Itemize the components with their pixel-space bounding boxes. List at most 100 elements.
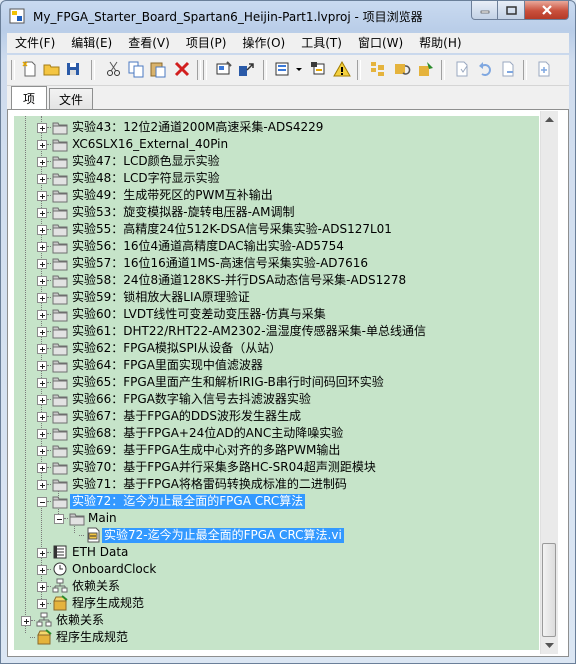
tree-item-label[interactable]: 实验58：24位8通道128KS-并行DSA动态信号采集-ADS1278 bbox=[70, 273, 408, 288]
cut-icon[interactable] bbox=[105, 60, 123, 78]
tree-item-label[interactable]: 实验71：基于FPGA将格雷码转换成标准的二进制码 bbox=[70, 477, 349, 492]
tree-row[interactable]: 实验59：锁相放大器LIA原理验证 bbox=[14, 289, 539, 306]
add-item-icon[interactable] bbox=[535, 60, 553, 78]
tree-item-label[interactable]: 依赖关系 bbox=[54, 613, 106, 628]
vertical-scrollbar[interactable] bbox=[540, 111, 558, 654]
expand-icon[interactable] bbox=[37, 208, 47, 218]
tab-items[interactable]: 项 bbox=[11, 86, 47, 110]
expand-icon[interactable] bbox=[37, 548, 47, 558]
tree-row[interactable]: 实验58：24位8通道128KS-并行DSA动态信号采集-ADS1278 bbox=[14, 272, 539, 289]
menu-help[interactable]: 帮助(H) bbox=[411, 33, 469, 53]
tree-item-label[interactable]: 实验65：FPGA里面产生和解析IRIG-B串行时间码回环实验 bbox=[70, 375, 386, 390]
tree-row[interactable]: 实验56：16位4通道高精度DAC输出实验-AD5754 bbox=[14, 238, 539, 255]
paste-icon[interactable] bbox=[149, 60, 167, 78]
expand-icon[interactable] bbox=[37, 599, 47, 609]
tree-item-label[interactable]: 实验70：基于FPGA并行采集多路HC-SR04超声测距模块 bbox=[70, 460, 378, 475]
tree-item-label[interactable]: 实验72-迄今为止最全面的FPGA CRC算法.vi bbox=[102, 528, 344, 543]
expand-icon[interactable] bbox=[37, 225, 47, 235]
tree-row[interactable]: 实验69：基于FPGA生成中心对齐的多路PWM输出 bbox=[14, 442, 539, 459]
tree-item-label[interactable]: 实验55：高精度24位512K-DSA信号采集实验-ADS127L01 bbox=[70, 222, 394, 237]
scroll-down-button[interactable] bbox=[541, 637, 558, 654]
build-icon[interactable] bbox=[215, 60, 233, 78]
redo-icon[interactable] bbox=[499, 60, 517, 78]
menu-edit[interactable]: 编辑(E) bbox=[63, 33, 120, 53]
expand-icon[interactable] bbox=[21, 616, 31, 626]
tree-row[interactable]: ETH Data bbox=[14, 544, 539, 561]
menu-project[interactable]: 项目(P) bbox=[178, 33, 235, 53]
expand-icon[interactable] bbox=[37, 140, 47, 150]
tree-item-label[interactable]: 程序生成规范 bbox=[54, 630, 130, 645]
tree-row[interactable]: 实验47：LCD颜色显示实验 bbox=[14, 153, 539, 170]
tree-item-label[interactable]: 实验53：旋变模拟器-旋转电压器-AM调制 bbox=[70, 205, 297, 220]
tree-item-label[interactable]: 实验49：生成带死区的PWM互补输出 bbox=[70, 188, 275, 203]
project-tree[interactable]: 实验43：12位2通道200M高速采集-ADS4229 XC6SLX16_Exte… bbox=[14, 116, 539, 650]
tree-item-label[interactable]: OnboardClock bbox=[70, 562, 158, 577]
tree-row[interactable]: 实验61：DHT22/RHT22-AM2302-温湿度传感器采集-单总线通信 bbox=[14, 323, 539, 340]
tab-files[interactable]: 文件 bbox=[49, 88, 93, 110]
undo-icon[interactable] bbox=[477, 60, 495, 78]
tree-item-label[interactable]: XC6SLX16_External_40Pin bbox=[70, 137, 230, 152]
menu-window[interactable]: 窗口(W) bbox=[350, 33, 411, 53]
maximize-button[interactable] bbox=[498, 1, 525, 20]
tree-item-label[interactable]: 依赖关系 bbox=[70, 579, 122, 594]
menu-operate[interactable]: 操作(O) bbox=[234, 33, 293, 53]
tree-row[interactable]: 实验62：FPGA模拟SPI从设备（从站） bbox=[14, 340, 539, 357]
expand-icon[interactable] bbox=[37, 191, 47, 201]
tree-row[interactable]: 依赖关系 bbox=[14, 578, 539, 595]
tree-item-label[interactable]: 实验69：基于FPGA生成中心对齐的多路PWM输出 bbox=[70, 443, 342, 458]
expand-icon[interactable] bbox=[37, 480, 47, 490]
expand-icon[interactable] bbox=[37, 565, 47, 575]
tree-row[interactable]: XC6SLX16_External_40Pin bbox=[14, 136, 539, 153]
chevron-down-icon[interactable] bbox=[295, 60, 303, 78]
expand-icon[interactable] bbox=[37, 242, 47, 252]
minimize-button[interactable] bbox=[471, 1, 498, 20]
tree-row[interactable]: 实验64：FPGA里面实现中值滤波器 bbox=[14, 357, 539, 374]
tree-row[interactable]: OnboardClock bbox=[14, 561, 539, 578]
tree-item-label[interactable]: Main bbox=[86, 511, 119, 526]
tree-item-label[interactable]: 实验48：LCD字符显示实验 bbox=[70, 171, 222, 186]
expand-icon[interactable] bbox=[37, 344, 47, 354]
expand-icon[interactable] bbox=[37, 293, 47, 303]
tree-row[interactable]: 实验57：16位16通道1MS-高速信号采集实验-AD7616 bbox=[14, 255, 539, 272]
expand-icon[interactable] bbox=[37, 174, 47, 184]
tree-row[interactable]: 实验65：FPGA里面产生和解析IRIG-B串行时间码回环实验 bbox=[14, 374, 539, 391]
expand-icon[interactable] bbox=[37, 429, 47, 439]
tree-row[interactable]: 程序生成规范 bbox=[14, 629, 539, 646]
expand-icon[interactable] bbox=[37, 123, 47, 133]
properties-icon[interactable] bbox=[417, 60, 435, 78]
tree-item-label[interactable]: 实验43：12位2通道200M高速采集-ADS4229 bbox=[70, 120, 325, 135]
menu-view[interactable]: 查看(V) bbox=[120, 33, 178, 53]
tree-item-label[interactable]: 实验72：迄今为止最全面的FPGA CRC算法 bbox=[70, 494, 306, 509]
add-files-icon[interactable] bbox=[369, 60, 387, 78]
tree-row[interactable]: 实验48：LCD字符显示实验 bbox=[14, 170, 539, 187]
refresh-icon[interactable] bbox=[393, 60, 411, 78]
tree-row[interactable]: 实验68：基于FPGA+24位AD的ANC主动降噪实验 bbox=[14, 425, 539, 442]
delete-icon[interactable] bbox=[173, 60, 191, 78]
tree-row[interactable]: 实验71：基于FPGA将格雷码转换成标准的二进制码 bbox=[14, 476, 539, 493]
tree-row[interactable]: 实验67：基于FPGA的DDS波形发生器生成 bbox=[14, 408, 539, 425]
expand-icon[interactable] bbox=[37, 327, 47, 337]
tree-row[interactable]: 依赖关系 bbox=[14, 612, 539, 629]
tree-item-label[interactable]: 程序生成规范 bbox=[70, 596, 146, 611]
title-bar[interactable]: My_FPGA_Starter_Board_Spartan6_Heijin-Pa… bbox=[1, 1, 575, 31]
warning-icon[interactable] bbox=[333, 60, 351, 78]
tree-item-label[interactable]: 实验67：基于FPGA的DDS波形发生器生成 bbox=[70, 409, 303, 424]
filter-icon[interactable] bbox=[309, 60, 327, 78]
expand-icon[interactable] bbox=[37, 361, 47, 371]
tree-row[interactable]: 实验49：生成带死区的PWM互补输出 bbox=[14, 187, 539, 204]
collapse-icon[interactable] bbox=[37, 497, 47, 507]
expand-icon[interactable] bbox=[37, 446, 47, 456]
tree-item-label[interactable]: 实验60：LVDT线性可变差动变压器-仿真与采集 bbox=[70, 307, 328, 322]
tree-row[interactable]: 程序生成规范 bbox=[14, 595, 539, 612]
save-all-icon[interactable] bbox=[65, 60, 83, 78]
tree-row[interactable]: 实验72：迄今为止最全面的FPGA CRC算法 bbox=[14, 493, 539, 510]
tree-item-label[interactable]: 实验62：FPGA模拟SPI从设备（从站） bbox=[70, 341, 283, 356]
tree-item-label[interactable]: 实验64：FPGA里面实现中值滤波器 bbox=[70, 358, 265, 373]
tree-item-label[interactable]: 实验56：16位4通道高精度DAC输出实验-AD5754 bbox=[70, 239, 346, 254]
tree-row[interactable]: Main bbox=[14, 510, 539, 527]
expand-icon[interactable] bbox=[37, 157, 47, 167]
tree-item-label[interactable]: 实验57：16位16通道1MS-高速信号采集实验-AD7616 bbox=[70, 256, 370, 271]
tree-item-label[interactable]: 实验61：DHT22/RHT22-AM2302-温湿度传感器采集-单总线通信 bbox=[70, 324, 428, 339]
expand-icon[interactable] bbox=[37, 259, 47, 269]
collapse-icon[interactable] bbox=[54, 514, 64, 524]
